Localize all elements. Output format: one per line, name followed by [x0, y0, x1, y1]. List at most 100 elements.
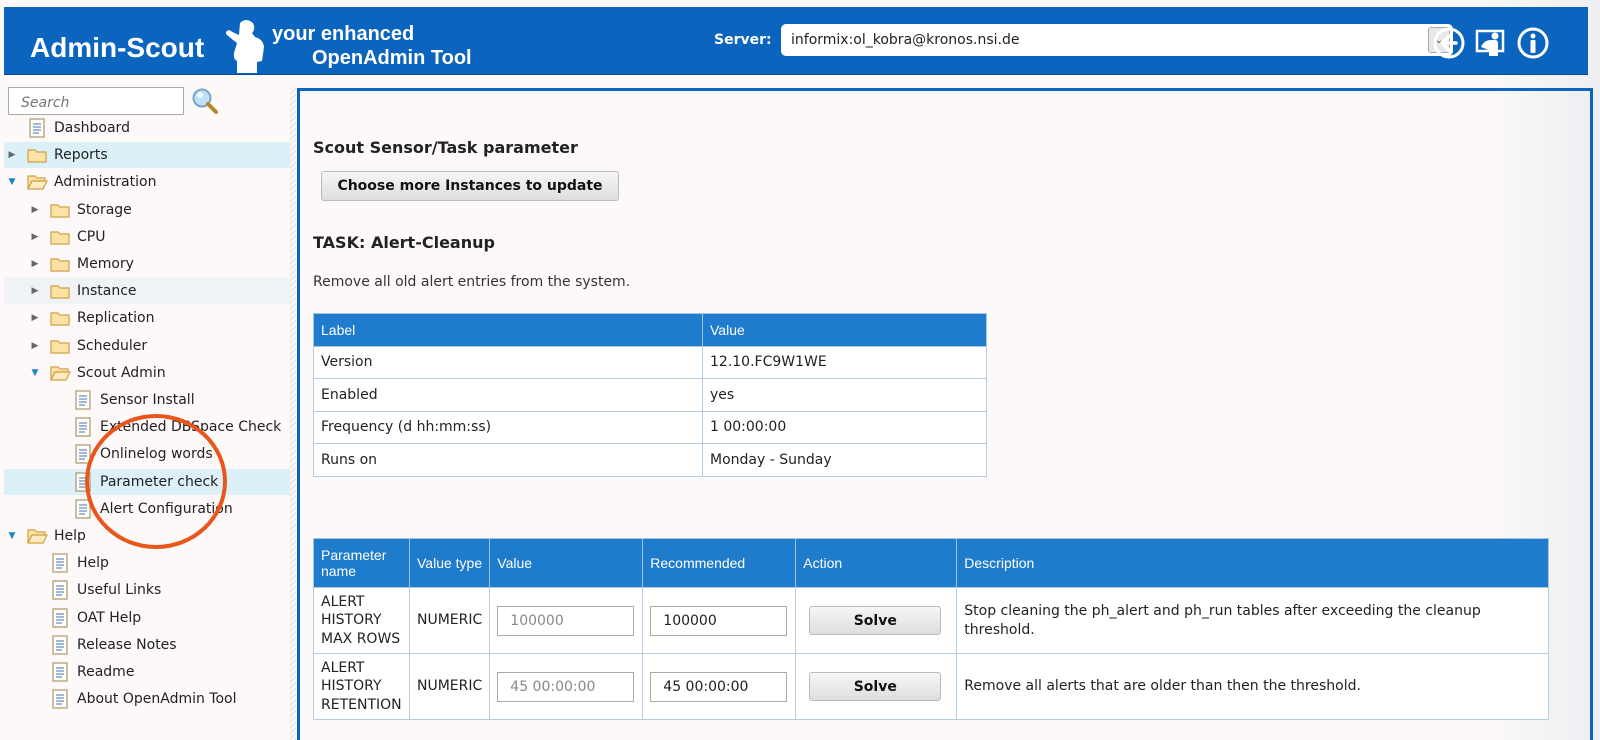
- search-icon[interactable]: [190, 87, 220, 115]
- folder-icon: [49, 281, 71, 301]
- sidebar-item-sensor-install[interactable]: Sensor Install: [4, 387, 290, 413]
- sidebar-resize-handle[interactable]: [290, 88, 296, 740]
- sidebar-item-release-notes[interactable]: Release Notes: [4, 632, 290, 658]
- back-arrow-icon[interactable]: [1432, 26, 1466, 60]
- task-title: TASK: Alert-Cleanup: [313, 233, 495, 252]
- parameter-table: Parameter name Value type Value Recommen…: [313, 538, 1549, 720]
- expand-arrow-closed-icon[interactable]: ▶: [6, 150, 18, 160]
- logo-title: Admin-Scout: [30, 32, 205, 63]
- expand-arrow-closed-icon[interactable]: ▶: [29, 313, 41, 323]
- sidebar-item-readme[interactable]: Readme: [4, 659, 290, 685]
- sidebar-item-label: Onlinelog words: [100, 446, 213, 463]
- sidebar-item-label: Help: [77, 555, 109, 572]
- expand-arrow-open-icon[interactable]: ▼: [6, 531, 18, 541]
- logo-tagline-1: your enhanced: [272, 23, 415, 45]
- folder-icon: [26, 145, 48, 165]
- page-icon: [49, 635, 71, 655]
- page-icon: [49, 553, 71, 573]
- sidebar-item-label: Useful Links: [77, 582, 162, 599]
- logo-tagline-2: OpenAdmin Tool: [312, 47, 472, 69]
- info-label: Runs on: [313, 443, 703, 477]
- sidebar-item-scout-admin[interactable]: ▼ Scout Admin: [4, 360, 290, 386]
- parameter-name: ALERT HISTORY RETENTION: [313, 653, 410, 720]
- sidebar-item-label: Parameter check: [100, 473, 219, 490]
- expand-arrow-closed-icon[interactable]: ▶: [29, 341, 41, 351]
- sidebar-item-about-openadmin-tool[interactable]: About OpenAdmin Tool: [4, 686, 290, 712]
- value-type: NUMERIC: [408, 653, 491, 720]
- app-header: Admin-Scout your enhanced OpenAdmin Tool…: [4, 7, 1588, 75]
- solve-button[interactable]: Solve: [809, 606, 942, 635]
- column-header-parameter-name: Parameter name: [313, 538, 410, 588]
- choose-instances-button[interactable]: Choose more Instances to update: [321, 171, 619, 201]
- sidebar-item-administration[interactable]: ▼ Administration: [4, 169, 290, 195]
- sidebar-item-help[interactable]: ▼ Help: [4, 523, 290, 549]
- sidebar-item-label: Readme: [77, 664, 135, 680]
- recommended-value-field[interactable]: [650, 605, 788, 636]
- scout-figure-icon: [225, 20, 264, 73]
- sidebar-item-label: Scout Admin: [77, 364, 166, 381]
- folder-icon: [49, 308, 71, 328]
- sidebar-item-label: Replication: [77, 310, 155, 327]
- sidebar-item-label: Scheduler: [77, 337, 148, 354]
- info-label: Frequency (d hh:mm:ss): [313, 410, 703, 444]
- table-row: ALERT HISTORY RETENTION NUMERIC Solve Re…: [313, 653, 1549, 720]
- column-header-description: Description: [956, 538, 1549, 588]
- expand-arrow-closed-icon[interactable]: ▶: [29, 232, 41, 242]
- column-header-recommended: Recommended: [642, 538, 797, 588]
- expand-arrow-closed-icon[interactable]: ▶: [29, 259, 41, 269]
- sidebar-item-storage[interactable]: ▶ Storage: [4, 197, 290, 223]
- page-icon: [72, 499, 94, 519]
- sidebar-item-extended-dbspace-check[interactable]: Extended DBSpace Check: [4, 414, 290, 440]
- sidebar-item-help[interactable]: Help: [4, 550, 290, 576]
- sidebar-item-reports[interactable]: ▶ Reports: [4, 142, 290, 169]
- page-icon: [72, 390, 94, 410]
- folder-open-icon: [49, 363, 71, 383]
- task-info-table: Label Value Version 12.10.FC9W1WE Enable…: [313, 313, 987, 477]
- sidebar-item-label: CPU: [77, 228, 106, 245]
- current-value-field[interactable]: [497, 605, 635, 636]
- sidebar-item-parameter-check[interactable]: Parameter check: [4, 468, 290, 495]
- info-value: 1 00:00:00: [702, 410, 987, 444]
- folder-icon: [49, 254, 71, 274]
- server-label: Server:: [714, 32, 772, 48]
- column-header-value-type: Value type: [408, 538, 491, 588]
- value-type: NUMERIC: [408, 587, 491, 654]
- sidebar-item-instance[interactable]: ▶ Instance: [4, 278, 290, 305]
- expand-arrow-closed-icon[interactable]: ▶: [29, 205, 41, 215]
- recommended-value-field[interactable]: [650, 671, 788, 702]
- search-input[interactable]: [8, 87, 184, 115]
- sidebar-item-oat-help[interactable]: OAT Help: [4, 605, 290, 631]
- table-row: Runs on Monday - Sunday: [313, 443, 987, 477]
- page-icon: [72, 444, 94, 465]
- current-value-field[interactable]: [497, 671, 635, 702]
- page-icon: [49, 689, 71, 709]
- sidebar-item-label: Instance: [77, 283, 137, 300]
- sidebar-item-useful-links[interactable]: Useful Links: [4, 577, 290, 603]
- info-label: Version: [313, 345, 703, 379]
- info-label: Enabled: [313, 378, 703, 412]
- folder-open-icon: [26, 526, 48, 546]
- column-header-value: Value: [702, 313, 987, 347]
- presentation-icon[interactable]: [1474, 26, 1508, 60]
- info-icon[interactable]: [1516, 26, 1550, 60]
- expand-arrow-open-icon[interactable]: ▼: [29, 368, 41, 378]
- server-select[interactable]: informix:ol_kobra@kronos.nsi.de ⌄: [781, 24, 1453, 56]
- sidebar-item-alert-configuration[interactable]: Alert Configuration: [4, 496, 290, 522]
- sidebar-item-cpu[interactable]: ▶ CPU: [4, 224, 290, 250]
- sidebar-item-label: Extended DBSpace Check: [100, 419, 282, 436]
- sidebar-item-dashboard[interactable]: Dashboard: [4, 115, 290, 141]
- sidebar-item-replication[interactable]: ▶ Replication: [4, 305, 290, 331]
- column-header-label: Label: [313, 313, 703, 347]
- section-title: Scout Sensor/Task parameter: [313, 138, 578, 157]
- solve-button[interactable]: Solve: [809, 672, 942, 701]
- task-description: Remove all old alert entries from the sy…: [313, 274, 631, 290]
- expand-arrow-closed-icon[interactable]: ▶: [29, 286, 41, 296]
- sidebar-item-label: Memory: [77, 256, 134, 272]
- sidebar-item-scheduler[interactable]: ▶ Scheduler: [4, 333, 290, 359]
- sidebar-nav: Dashboard ▶ Reports ▼ Administration ▶ Storage…: [0, 80, 290, 740]
- expand-arrow-open-icon[interactable]: ▼: [6, 177, 18, 187]
- column-header-value: Value: [489, 538, 644, 588]
- sidebar-item-onlinelog-words[interactable]: Onlinelog words: [4, 441, 290, 467]
- parameter-description: Stop cleaning the ph_alert and ph_run ta…: [956, 587, 1549, 654]
- sidebar-item-memory[interactable]: ▶ Memory: [4, 251, 290, 277]
